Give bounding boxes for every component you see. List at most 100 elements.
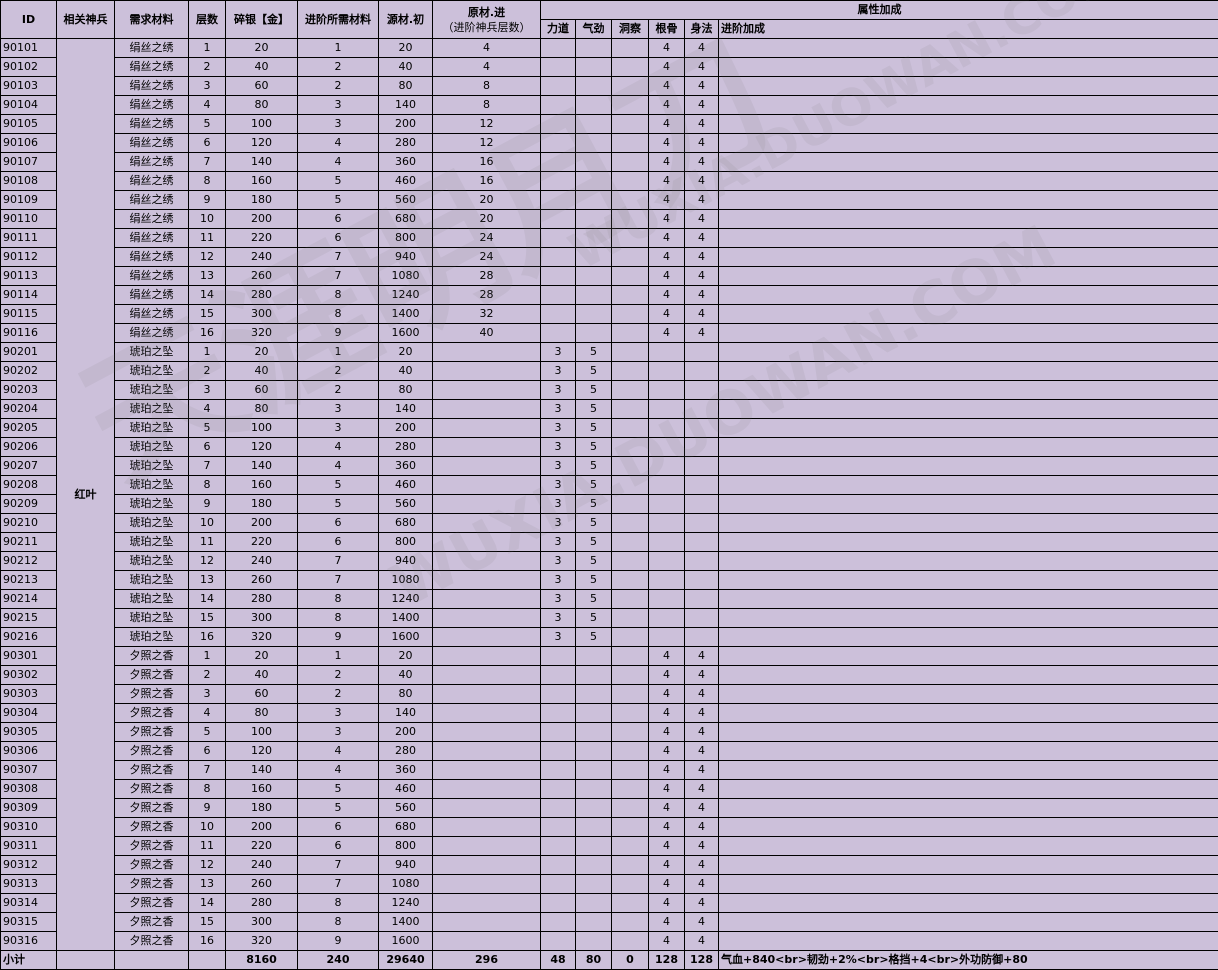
cell-ins[interactable] xyxy=(611,190,649,210)
cell-ins[interactable] xyxy=(611,323,649,343)
header-weapon[interactable]: 相关神兵 xyxy=(56,0,115,39)
cell-raw[interactable]: 4 xyxy=(432,38,541,58)
cell-root[interactable] xyxy=(648,456,685,476)
cell-str[interactable]: 3 xyxy=(540,418,576,438)
cell-mat[interactable]: 绢丝之绣 xyxy=(114,285,189,305)
cell-silver[interactable]: 160 xyxy=(225,171,298,191)
cell-mat[interactable]: 琥珀之坠 xyxy=(114,570,189,590)
cell-raw[interactable] xyxy=(432,513,541,533)
cell-id[interactable]: 90314 xyxy=(0,893,57,913)
cell-adv-bonus[interactable] xyxy=(718,893,1218,913)
cell-src[interactable]: 680 xyxy=(378,209,433,229)
cell-layer[interactable]: 16 xyxy=(188,931,226,951)
cell-adv[interactable]: 8 xyxy=(297,608,379,628)
header-source-init[interactable]: 源材.初 xyxy=(378,0,433,39)
cell-ins[interactable] xyxy=(611,114,649,134)
cell-src[interactable]: 680 xyxy=(378,817,433,837)
cell-id[interactable]: 90305 xyxy=(0,722,57,742)
cell-adv-bonus[interactable] xyxy=(718,570,1218,590)
cell-str[interactable]: 3 xyxy=(540,589,576,609)
cell-root[interactable]: 4 xyxy=(648,874,685,894)
cell-layer[interactable]: 2 xyxy=(188,57,226,77)
cell-adv[interactable]: 4 xyxy=(297,152,379,172)
cell-silver[interactable]: 320 xyxy=(225,931,298,951)
cell-adv-bonus[interactable] xyxy=(718,779,1218,799)
cell-str[interactable] xyxy=(540,855,576,875)
cell-qi[interactable] xyxy=(575,741,612,761)
cell-id[interactable]: 90104 xyxy=(0,95,57,115)
cell-raw[interactable] xyxy=(432,760,541,780)
header-id[interactable]: ID xyxy=(0,0,57,39)
cell-adv[interactable]: 5 xyxy=(297,171,379,191)
cell-mat[interactable]: 琥珀之坠 xyxy=(114,551,189,571)
cell-root[interactable]: 4 xyxy=(648,133,685,153)
header-adv-bonus[interactable]: 进阶加成 xyxy=(718,19,1218,39)
cell-adv-bonus[interactable] xyxy=(718,342,1218,362)
cell-raw[interactable]: 32 xyxy=(432,304,541,324)
cell-src[interactable]: 1600 xyxy=(378,323,433,343)
cell-mat[interactable]: 夕照之香 xyxy=(114,798,189,818)
cell-raw[interactable] xyxy=(432,589,541,609)
cell-id[interactable]: 90306 xyxy=(0,741,57,761)
cell-qi[interactable]: 5 xyxy=(575,570,612,590)
cell-src[interactable]: 800 xyxy=(378,836,433,856)
cell-src[interactable]: 800 xyxy=(378,532,433,552)
cell-layer[interactable]: 14 xyxy=(188,893,226,913)
header-insight[interactable]: 洞察 xyxy=(611,19,649,39)
cell-silver[interactable]: 100 xyxy=(225,114,298,134)
cell-qi[interactable]: 5 xyxy=(575,513,612,533)
cell-layer[interactable]: 8 xyxy=(188,475,226,495)
cell-adv-bonus[interactable] xyxy=(718,532,1218,552)
cell-id[interactable]: 90110 xyxy=(0,209,57,229)
cell-agi[interactable]: 4 xyxy=(684,798,719,818)
cell-adv[interactable]: 8 xyxy=(297,304,379,324)
cell-silver[interactable]: 220 xyxy=(225,836,298,856)
cell-agi[interactable]: 4 xyxy=(684,741,719,761)
cell-adv-bonus[interactable] xyxy=(718,513,1218,533)
cell-silver[interactable]: 80 xyxy=(225,703,298,723)
cell-root[interactable]: 4 xyxy=(648,190,685,210)
cell-layer[interactable]: 10 xyxy=(188,817,226,837)
cell-adv[interactable]: 8 xyxy=(297,893,379,913)
cell-adv[interactable]: 7 xyxy=(297,247,379,267)
cell-layer[interactable]: 2 xyxy=(188,361,226,381)
cell-raw[interactable]: 16 xyxy=(432,152,541,172)
cell-adv-bonus[interactable] xyxy=(718,589,1218,609)
cell-qi[interactable]: 5 xyxy=(575,456,612,476)
cell-silver[interactable]: 60 xyxy=(225,684,298,704)
cell-ins[interactable] xyxy=(611,551,649,571)
cell-layer[interactable]: 10 xyxy=(188,209,226,229)
cell-agi[interactable]: 4 xyxy=(684,684,719,704)
cell-raw[interactable]: 8 xyxy=(432,95,541,115)
cell-agi[interactable]: 4 xyxy=(684,190,719,210)
cell-silver[interactable]: 200 xyxy=(225,209,298,229)
cell-str[interactable] xyxy=(540,38,576,58)
cell-layer[interactable]: 9 xyxy=(188,494,226,514)
cell-root[interactable]: 4 xyxy=(648,114,685,134)
cell-str[interactable]: 3 xyxy=(540,342,576,362)
cell-str[interactable] xyxy=(540,209,576,229)
cell-mat[interactable]: 琥珀之坠 xyxy=(114,608,189,628)
cell-ins[interactable] xyxy=(611,532,649,552)
cell-qi[interactable]: 5 xyxy=(575,399,612,419)
cell-silver[interactable]: 320 xyxy=(225,323,298,343)
cell-silver[interactable]: 40 xyxy=(225,665,298,685)
cell-raw[interactable]: 20 xyxy=(432,190,541,210)
header-attr-group[interactable]: 属性加成 xyxy=(540,0,1218,20)
cell-src[interactable]: 560 xyxy=(378,798,433,818)
cell-silver[interactable]: 200 xyxy=(225,513,298,533)
cell-agi[interactable]: 4 xyxy=(684,323,719,343)
cell-silver[interactable]: 40 xyxy=(225,57,298,77)
cell-adv[interactable]: 8 xyxy=(297,285,379,305)
cell-raw[interactable] xyxy=(432,684,541,704)
header-strength[interactable]: 力道 xyxy=(540,19,576,39)
cell-root[interactable] xyxy=(648,361,685,381)
cell-id[interactable]: 90210 xyxy=(0,513,57,533)
cell-mat[interactable]: 琥珀之坠 xyxy=(114,361,189,381)
cell-adv-bonus[interactable] xyxy=(718,38,1218,58)
cell-src[interactable]: 1080 xyxy=(378,266,433,286)
cell-qi[interactable]: 5 xyxy=(575,551,612,571)
cell-ins[interactable] xyxy=(611,133,649,153)
cell-id[interactable]: 90115 xyxy=(0,304,57,324)
cell-layer[interactable]: 16 xyxy=(188,323,226,343)
